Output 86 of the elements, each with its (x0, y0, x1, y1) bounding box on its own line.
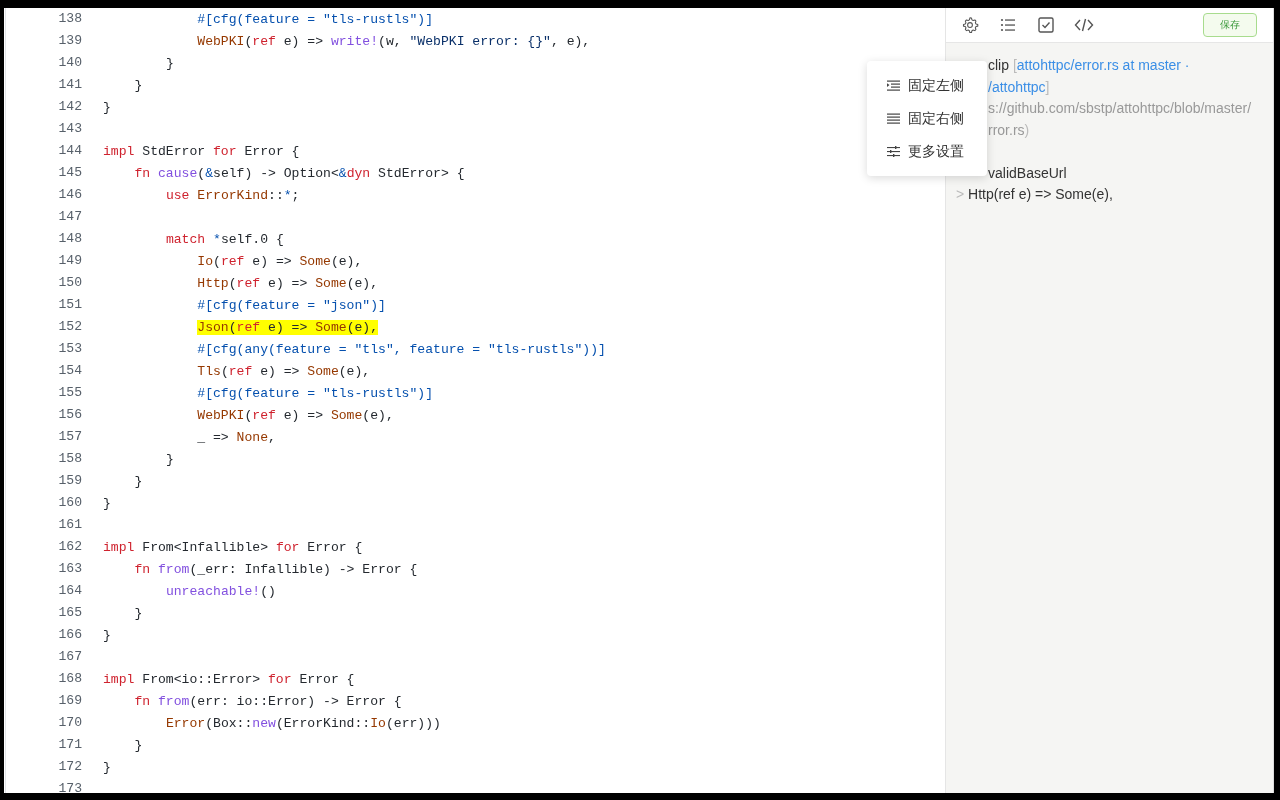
code-line: Io(ref e) => Some(e), (197, 253, 363, 269)
code-line: impl StdError for Error { (103, 143, 300, 159)
line-number: 160 (5, 492, 82, 514)
line-number: 142 (5, 96, 82, 118)
list-icon (1000, 17, 1016, 33)
line-number: 159 (5, 470, 82, 492)
code-line: } (103, 495, 111, 511)
menu-item[interactable]: 固定右侧 (867, 102, 987, 135)
code-line: } (103, 99, 111, 115)
settings-icon (961, 16, 979, 34)
sliders-icon (887, 146, 900, 157)
code-line: _ => None, (197, 429, 276, 445)
align-right-icon (887, 113, 900, 124)
menu-item[interactable]: 固定左侧 (867, 69, 987, 102)
line-number: 146 (5, 184, 82, 206)
code-line: } (103, 759, 111, 775)
note-text: clip (988, 57, 1010, 73)
code-line: Tls(ref e) => Some(e), (197, 363, 371, 379)
code-line: } (134, 605, 143, 621)
line-number: 152 (5, 316, 82, 338)
code-line: } (165, 55, 174, 71)
code-line: WebPKI(ref e) => Some(e), (197, 407, 394, 423)
note-mark: > (956, 186, 965, 202)
line-number: 140 (5, 52, 82, 74)
line-number: 157 (5, 426, 82, 448)
code-line: use ErrorKind::*; (165, 187, 300, 203)
code-line: } (134, 473, 143, 489)
line-number: 170 (5, 712, 82, 734)
code-line: fn cause(&self) -> Option<&dyn StdError> { (134, 165, 465, 181)
line-number: 147 (5, 206, 82, 228)
line-number: 162 (5, 536, 82, 558)
line-number: 139 (5, 30, 82, 52)
note-mark: ] (1045, 78, 1050, 95)
line-number: 144 (5, 140, 82, 162)
code-line: } (103, 627, 111, 643)
code-line: fn from(err: io::Error) -> Error { (134, 693, 402, 709)
code-line: unreachable!() (165, 583, 276, 599)
line-number: 143 (5, 118, 82, 140)
align-left-icon (887, 80, 900, 91)
code-line: } (134, 737, 143, 753)
note-url: rror.rs (988, 121, 1025, 138)
line-number: 167 (5, 646, 82, 668)
line-number: 150 (5, 272, 82, 294)
code-line: match *self.0 { (165, 231, 284, 247)
line-number: 172 (5, 756, 82, 778)
line-number: 141 (5, 74, 82, 96)
code-line: #[cfg(feature = "json")] (197, 297, 386, 313)
code-line: #[cfg(feature = "tls-rustls")] (197, 385, 434, 401)
code-line: #[cfg(any(feature = "tls", feature = "tls-rustls"))] (197, 341, 606, 357)
code-line: impl From<Infallible> for Error { (103, 539, 363, 555)
line-number: 169 (5, 690, 82, 712)
line-number: 164 (5, 580, 82, 602)
line-number: 171 (5, 734, 82, 756)
note-mark: ) (1024, 121, 1030, 138)
line-number: 158 (5, 448, 82, 470)
line-number: 168 (5, 668, 82, 690)
code-line: } (165, 451, 174, 467)
code-line: Http(ref e) => Some(e), (197, 275, 379, 291)
note-text: Http(ref e) => Some(e), (967, 186, 1113, 202)
line-number: 166 (5, 624, 82, 646)
line-number: 149 (5, 250, 82, 272)
code-line: impl From<io::Error> for Error { (103, 671, 355, 687)
line-number: 154 (5, 360, 82, 382)
line-number: 153 (5, 338, 82, 360)
line-number: 138 (5, 8, 82, 30)
line-number: 151 (5, 294, 82, 316)
line-number: 156 (5, 404, 82, 426)
code-line: #[cfg(feature = "tls-rustls")] (197, 11, 434, 27)
line-number: 163 (5, 558, 82, 580)
note-url: s://github.com/sbstp/attohttpc/blob/master/ (988, 100, 1252, 116)
code-line: Error(Box::new(ErrorKind::Io(err))) (165, 715, 441, 731)
note-mark: [ (1012, 57, 1017, 73)
line-number: 161 (5, 514, 82, 536)
save-button[interactable]: 保存 (1203, 13, 1257, 37)
line-number: 155 (5, 382, 82, 404)
line-number: 145 (5, 162, 82, 184)
line-number: 173 (5, 778, 82, 793)
line-number: 148 (5, 228, 82, 250)
menu-item[interactable]: 更多设置 (867, 135, 987, 168)
code-line: WebPKI(ref e) => write!(w, "WebPKI error: {}", e), (197, 33, 591, 49)
code-line: } (134, 77, 143, 93)
line-number: 165 (5, 602, 82, 624)
code-line: fn from(_err: Infallible) -> Error { (134, 561, 418, 577)
note-text: validBaseUrl (988, 164, 1067, 181)
checkbox-icon (1038, 17, 1054, 33)
code-icon (1074, 17, 1094, 33)
